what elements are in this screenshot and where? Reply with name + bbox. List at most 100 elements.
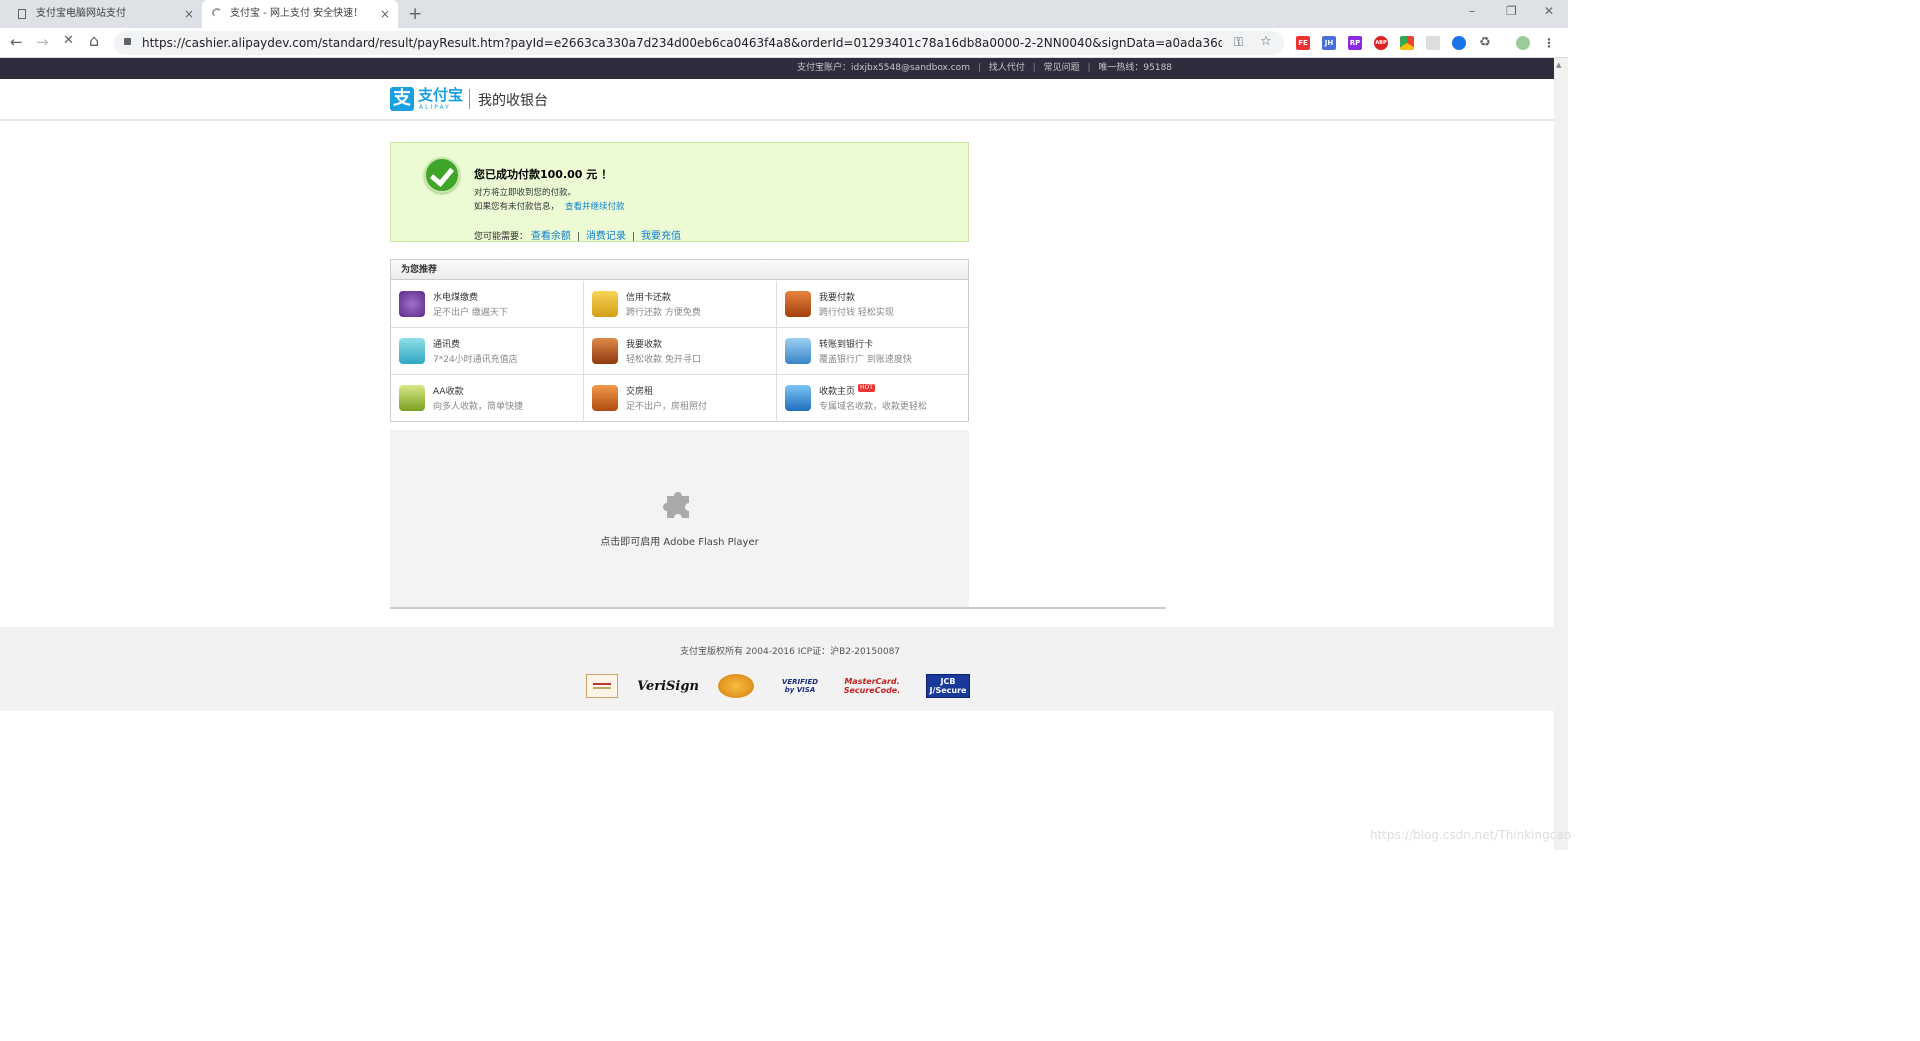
logo-divider: [469, 89, 470, 109]
rec-title[interactable]: 我要收款: [626, 337, 662, 350]
rec-item-aa[interactable]: AA收款 向多人收款，简单快捷: [391, 375, 584, 422]
rec-desc: 7*24小时通讯充值店: [433, 355, 518, 365]
separator: |: [1032, 63, 1036, 73]
profile-avatar-icon[interactable]: [1516, 36, 1530, 50]
recommendations-panel: 为您推荐 水电煤缴费 足不出户 缴遍天下 信用卡还款 跨行还款 方便免费 我要付…: [390, 259, 970, 422]
page-scrollbar[interactable]: [1554, 58, 1568, 850]
extension-icon[interactable]: [1426, 36, 1440, 50]
success-title: 您已成功付款100.00 元 ！: [474, 168, 613, 181]
verisign-badge: VeriSign: [637, 678, 699, 694]
rec-item-phone-bill[interactable]: 通讯费 7*24小时通讯充值店: [391, 328, 584, 375]
rec-title[interactable]: 信用卡还款: [626, 290, 671, 303]
credit-card-icon: [592, 291, 618, 317]
rec-desc: 向多人收款，简单快捷: [433, 402, 524, 412]
tab-close-icon[interactable]: ×: [184, 0, 194, 28]
bank-card-icon: [785, 338, 811, 364]
rec-item-credit-card[interactable]: 信用卡还款 跨行还款 方便免费: [584, 281, 777, 328]
browser-toolbar: ← → ✕ ⌂ https://cashier.alipaydev.com/st…: [0, 28, 1568, 58]
recommendations-heading: 为您推荐: [391, 260, 968, 280]
menu-icon[interactable]: ⋮: [1542, 36, 1556, 50]
loading-spinner-icon: [212, 8, 222, 18]
rec-desc: 跨行还款 方便免费: [626, 308, 701, 318]
window-close-button[interactable]: ✕: [1544, 4, 1554, 18]
new-tab-button[interactable]: +: [408, 4, 422, 24]
phone-bill-icon: [399, 338, 425, 364]
copyright-text: 支付宝版权所有 2004-2016 ICP证：沪B2-20150087: [679, 647, 901, 657]
minimize-button[interactable]: –: [1469, 4, 1475, 18]
jcb-jsecure-badge: JCB J/Secure: [926, 674, 970, 698]
url-text[interactable]: https://cashier.alipaydev.com/standard/r…: [142, 31, 1222, 55]
page-title: 我的收银台: [478, 93, 548, 109]
tab-alipay-demo[interactable]: 支付宝电脑网站支付 ×: [8, 0, 202, 28]
lock-icon: [124, 38, 131, 45]
rec-desc: 专属域名收款，收款更轻松: [819, 402, 928, 412]
rec-desc: 轻松收款 免开寻口: [626, 355, 701, 365]
rec-title[interactable]: 交房租: [626, 384, 653, 397]
success-message: 对方将立即收到您的付款。: [474, 188, 577, 198]
address-bar[interactable]: https://cashier.alipaydev.com/standard/r…: [114, 31, 1284, 55]
collect-icon: [592, 338, 618, 364]
checkmark-icon: [424, 157, 460, 193]
rec-item-bank-transfer[interactable]: 转账到银行卡 覆盖银行广 到账速度快: [777, 328, 970, 375]
view-continue-pay-link[interactable]: 查看并继续付款: [565, 202, 625, 212]
certificate-badge-icon: [586, 674, 618, 698]
home-button[interactable]: ⌂: [89, 31, 99, 50]
separator: |: [576, 232, 580, 242]
view-balance-link[interactable]: 查看余额: [531, 231, 571, 242]
rec-desc: 跨行付钱 轻松实现: [819, 308, 894, 318]
recharge-link[interactable]: 我要充值: [641, 231, 681, 242]
alipay-logo-text: 支付宝: [418, 86, 464, 104]
rec-title[interactable]: 通讯费: [433, 337, 460, 350]
rec-item-pay[interactable]: 我要付款 跨行付钱 轻松实现: [777, 281, 970, 328]
unpaid-info: 如果您有未付款信息， 查看并继续付款: [474, 200, 625, 212]
page-icon: [18, 9, 26, 19]
rec-item-collect-home[interactable]: 收款主页 HOT 专属域名收款，收款更轻松: [777, 375, 970, 422]
hotline-text: 唯一热线：95188: [1098, 63, 1173, 73]
payment-success-panel: 您已成功付款100.00 元 ！ 对方将立即收到您的付款。 如果您有未付款信息，…: [390, 142, 969, 242]
page-footer: 支付宝版权所有 2004-2016 ICP证：沪B2-20150087 Veri…: [0, 627, 1554, 711]
rec-title-text: 收款主页: [819, 387, 856, 397]
separator: |: [631, 232, 635, 242]
alipay-logo-subtext: ALIPAY: [419, 104, 451, 111]
need-label: 您可能需要：: [474, 232, 529, 242]
rec-title[interactable]: 我要付款: [819, 290, 855, 303]
page-header: [0, 79, 1554, 121]
rec-item-collect[interactable]: 我要收款 轻松收款 免开寻口: [584, 328, 777, 375]
rec-title[interactable]: AA收款: [433, 384, 464, 397]
forward-button[interactable]: →: [36, 33, 49, 51]
tab-title: 支付宝电脑网站支付: [36, 8, 126, 19]
rec-item-rent[interactable]: 交房租 足不出户，房租照付: [584, 375, 777, 422]
rec-desc: 足不出户，房租照付: [626, 402, 708, 412]
house-icon: [592, 385, 618, 411]
flash-plugin-placeholder[interactable]: 点击即可启用 Adobe Flash Player: [390, 430, 969, 607]
utilities-icon: [399, 291, 425, 317]
watermark-text: https://blog.csdn.net/Thinkingcao: [1370, 828, 1572, 842]
rp-extension-icon[interactable]: RP: [1348, 36, 1362, 50]
adblock-extension-icon[interactable]: ABP: [1374, 36, 1388, 50]
bookmark-star-icon[interactable]: ☆: [1260, 34, 1272, 49]
restore-button[interactable]: ❐: [1506, 4, 1517, 18]
rec-title[interactable]: 水电煤缴费: [433, 290, 478, 303]
rec-item-utilities[interactable]: 水电煤缴费 足不出户 缴遍天下: [391, 281, 584, 328]
faq-link[interactable]: 常见问题: [1044, 63, 1080, 73]
aa-icon: [399, 385, 425, 411]
transaction-history-link[interactable]: 消费记录: [586, 231, 626, 242]
pay-for-me-link[interactable]: 找人代付: [989, 63, 1025, 73]
rec-title[interactable]: 收款主页 HOT: [819, 384, 875, 397]
mastercard-securecode-badge: MasterCard. SecureCode.: [843, 677, 901, 695]
recycle-extension-icon[interactable]: ♻: [1478, 36, 1492, 50]
alipay-logo-icon[interactable]: 支: [390, 87, 414, 111]
fe-extension-icon[interactable]: FE: [1296, 36, 1310, 50]
chrome-extension-icon[interactable]: [1400, 36, 1414, 50]
stop-button[interactable]: ✕: [63, 33, 74, 48]
rec-title[interactable]: 转账到银行卡: [819, 337, 873, 350]
key-icon[interactable]: ⚿: [1234, 35, 1243, 50]
verified-by-visa-badge: VERIFIED by VISA: [781, 678, 819, 694]
scroll-up-arrow-icon[interactable]: ▲: [1556, 61, 1561, 69]
back-button[interactable]: ←: [10, 33, 23, 51]
enable-flash-text[interactable]: 点击即可启用 Adobe Flash Player: [390, 533, 969, 548]
jh-extension-icon[interactable]: JH: [1322, 36, 1336, 50]
tab-close-icon[interactable]: ×: [380, 0, 390, 28]
tab-alipay-cashier[interactable]: 支付宝 - 网上支付 安全快速！ ×: [202, 0, 398, 28]
sync-extension-icon[interactable]: [1452, 36, 1466, 50]
